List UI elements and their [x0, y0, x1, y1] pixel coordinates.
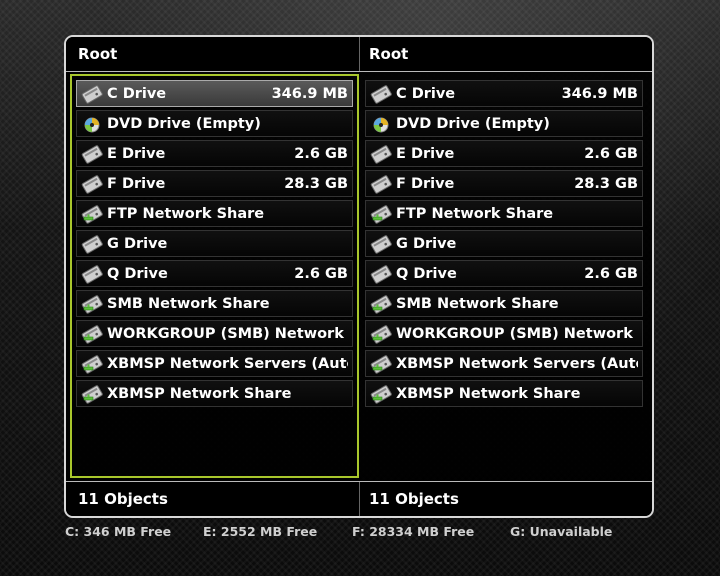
file-item-xbmsp-network-servers-auto-dis[interactable]: XBMSP Network Servers (Auto-Dis	[76, 350, 353, 377]
file-item-f-drive[interactable]: F Drive 28.3 GB	[76, 170, 353, 197]
hdd-icon	[370, 264, 392, 284]
file-item-label: SMB Network Share	[396, 296, 559, 312]
file-manager-window: Root Root C Drive 346.9 MB DVD Drive (Empt…	[64, 35, 654, 518]
file-item-label: DVD Drive (Empty)	[107, 116, 261, 132]
file-item-label: G Drive	[107, 236, 168, 252]
network-drive-icon	[370, 324, 392, 344]
network-drive-icon	[81, 324, 103, 344]
file-item-label: FTP Network Share	[107, 206, 265, 222]
network-drive-icon	[81, 204, 103, 224]
file-item-label: WORKGROUP (SMB) Network	[107, 326, 344, 342]
file-item-label: SMB Network Share	[107, 296, 270, 312]
network-drive-icon	[81, 384, 103, 404]
file-item-label: E Drive	[107, 146, 166, 162]
file-item-label: Q Drive	[107, 266, 168, 282]
file-item-xbmsp-network-share[interactable]: XBMSP Network Share	[76, 380, 353, 407]
pane-headers: Root Root	[66, 37, 652, 72]
right-pane-title: Root	[359, 37, 652, 71]
dvd-icon	[370, 114, 392, 134]
left-pane-title: Root	[78, 45, 118, 63]
status-free-f: F: 28334 MB Free	[352, 524, 475, 539]
file-item-label: XBMSP Network Servers (Auto-Dis	[396, 356, 638, 372]
file-item-size: 2.6 GB	[294, 146, 348, 162]
file-item-ftp-network-share[interactable]: FTP Network Share	[365, 200, 643, 227]
file-item-workgroup-smb-network[interactable]: WORKGROUP (SMB) Network	[76, 320, 353, 347]
network-drive-icon	[370, 204, 392, 224]
hdd-icon	[370, 144, 392, 164]
hdd-icon	[370, 174, 392, 194]
network-drive-icon	[370, 384, 392, 404]
file-item-size: 2.6 GB	[584, 146, 638, 162]
file-item-f-drive[interactable]: F Drive 28.3 GB	[365, 170, 643, 197]
network-drive-icon	[370, 294, 392, 314]
network-drive-icon	[81, 294, 103, 314]
file-item-dvd-drive-empty[interactable]: DVD Drive (Empty)	[76, 110, 353, 137]
file-item-e-drive[interactable]: E Drive 2.6 GB	[76, 140, 353, 167]
file-item-size: 346.9 MB	[561, 86, 638, 102]
status-free-c: C: 346 MB Free	[65, 524, 172, 539]
file-item-smb-network-share[interactable]: SMB Network Share	[365, 290, 643, 317]
file-item-label: C Drive	[396, 86, 456, 102]
hdd-icon	[81, 174, 103, 194]
file-item-q-drive[interactable]: Q Drive 2.6 GB	[76, 260, 353, 287]
file-item-q-drive[interactable]: Q Drive 2.6 GB	[365, 260, 643, 287]
file-item-xbmsp-network-share[interactable]: XBMSP Network Share	[365, 380, 643, 407]
file-item-size: 28.3 GB	[284, 176, 348, 192]
file-item-smb-network-share[interactable]: SMB Network Share	[76, 290, 353, 317]
file-item-c-drive[interactable]: C Drive 346.9 MB	[76, 80, 353, 107]
file-item-size: 28.3 GB	[574, 176, 638, 192]
right-file-list: C Drive 346.9 MB DVD Drive (Empty) E Drive 2…	[365, 80, 643, 410]
file-item-label: DVD Drive (Empty)	[396, 116, 550, 132]
file-item-size: 346.9 MB	[271, 86, 348, 102]
file-item-label: G Drive	[396, 236, 457, 252]
hdd-icon	[81, 84, 103, 104]
file-item-size: 2.6 GB	[294, 266, 348, 282]
file-item-label: Q Drive	[396, 266, 457, 282]
file-item-label: F Drive	[396, 176, 455, 192]
status-free-e: E: 2552 MB Free	[203, 524, 318, 539]
pane-footers: 11 Objects 11 Objects	[66, 481, 652, 516]
file-item-size: 2.6 GB	[584, 266, 638, 282]
hdd-icon	[81, 234, 103, 254]
file-item-ftp-network-share[interactable]: FTP Network Share	[76, 200, 353, 227]
dvd-icon	[81, 114, 103, 134]
file-item-dvd-drive-empty[interactable]: DVD Drive (Empty)	[365, 110, 643, 137]
file-item-g-drive[interactable]: G Drive	[76, 230, 353, 257]
file-item-workgroup-smb-network[interactable]: WORKGROUP (SMB) Network	[365, 320, 643, 347]
file-item-xbmsp-network-servers-auto-dis[interactable]: XBMSP Network Servers (Auto-Dis	[365, 350, 643, 377]
status-free-g: G: Unavailable	[510, 524, 613, 539]
file-item-label: C Drive	[107, 86, 167, 102]
file-item-c-drive[interactable]: C Drive 346.9 MB	[365, 80, 643, 107]
left-file-list: C Drive 346.9 MB DVD Drive (Empty) E Drive 2…	[76, 80, 353, 410]
file-item-label: FTP Network Share	[396, 206, 554, 222]
file-item-label: XBMSP Network Servers (Auto-Dis	[107, 356, 348, 372]
left-object-count: 11 Objects	[78, 490, 168, 508]
file-item-label: XBMSP Network Share	[396, 386, 581, 402]
network-drive-icon	[370, 354, 392, 374]
file-item-label: XBMSP Network Share	[107, 386, 292, 402]
file-item-label: F Drive	[107, 176, 166, 192]
hdd-icon	[370, 84, 392, 104]
hdd-icon	[370, 234, 392, 254]
file-item-g-drive[interactable]: G Drive	[365, 230, 643, 257]
network-drive-icon	[81, 354, 103, 374]
right-object-count: 11 Objects	[359, 482, 652, 516]
hdd-icon	[81, 144, 103, 164]
file-item-label: WORKGROUP (SMB) Network	[396, 326, 633, 342]
file-item-e-drive[interactable]: E Drive 2.6 GB	[365, 140, 643, 167]
left-pane: C Drive 346.9 MB DVD Drive (Empty) E Drive 2…	[70, 74, 359, 478]
file-item-label: E Drive	[396, 146, 455, 162]
right-pane: C Drive 346.9 MB DVD Drive (Empty) E Drive 2…	[362, 74, 651, 478]
hdd-icon	[81, 264, 103, 284]
